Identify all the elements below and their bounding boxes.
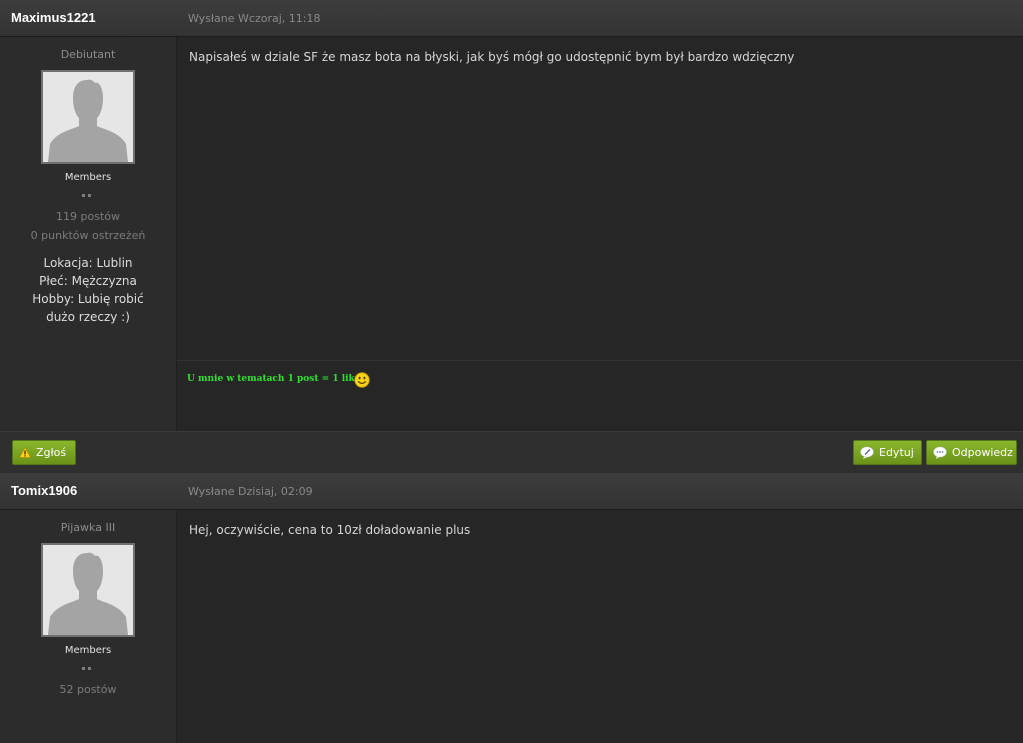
profile-fields: Lokacja: Lublin Płeć: Mężczyzna Hobby: L…	[18, 254, 158, 326]
edit-label: Edytuj	[879, 446, 914, 459]
post-date: Wysłane Wczoraj, 11:18	[188, 12, 321, 25]
smiley-icon	[354, 372, 370, 388]
author-info: Pijawka III Members 52 postów	[0, 510, 177, 743]
default-avatar-icon	[43, 72, 133, 162]
avatar[interactable]	[41, 70, 135, 164]
post-controls: Zgłoś Edytuj Odpowiedz	[0, 431, 1023, 473]
member-group: Members	[64, 172, 112, 183]
post-count: 52 postów	[59, 683, 117, 696]
post-header: Tomix1906 Wysłane Dzisiaj, 02:09	[0, 473, 1023, 510]
signature-divider	[177, 360, 1023, 361]
post-body: Napisałeś w dziale SF że masz bota na bł…	[189, 50, 795, 64]
member-rank: Pijawka III	[60, 521, 116, 534]
reply-label: Odpowiedz	[952, 446, 1013, 459]
author-info: Debiutant Members 119 postów 0 punktów o…	[0, 37, 177, 431]
profile-field-gender: Płeć: Mężczyzna	[39, 274, 137, 288]
post-count: 119 postów	[56, 210, 120, 223]
post-body: Hej, oczywiście, cena to 10zł doładowani…	[189, 523, 471, 537]
default-avatar-icon	[43, 545, 133, 635]
reputation-pips	[82, 667, 94, 671]
warning-points: 0 punktów ostrzeżeń	[30, 229, 146, 242]
warning-icon	[18, 446, 32, 458]
avatar[interactable]	[41, 543, 135, 637]
signature: U mnie w tematach 1 post = 1 like	[187, 374, 361, 384]
profile-field-location: Lokacja: Lublin	[43, 256, 133, 270]
profile-field-hobby: Hobby: Lubię robić dużo rzeczy :)	[32, 292, 144, 324]
speech-bubble-icon	[933, 446, 947, 459]
report-label: Zgłoś	[36, 446, 67, 459]
reply-button[interactable]: Odpowiedz	[926, 440, 1017, 465]
edit-button[interactable]: Edytuj	[853, 440, 922, 465]
member-rank: Debiutant	[60, 48, 116, 61]
author-name[interactable]: Tomix1906	[11, 483, 77, 498]
edit-icon	[860, 446, 874, 459]
author-name[interactable]: Maximus1221	[11, 10, 96, 25]
reputation-pips	[82, 194, 94, 198]
report-button[interactable]: Zgłoś	[12, 440, 76, 465]
post-date: Wysłane Dzisiaj, 02:09	[188, 485, 313, 498]
post-header: Maximus1221 Wysłane Wczoraj, 11:18	[0, 0, 1023, 37]
member-group: Members	[64, 645, 112, 656]
